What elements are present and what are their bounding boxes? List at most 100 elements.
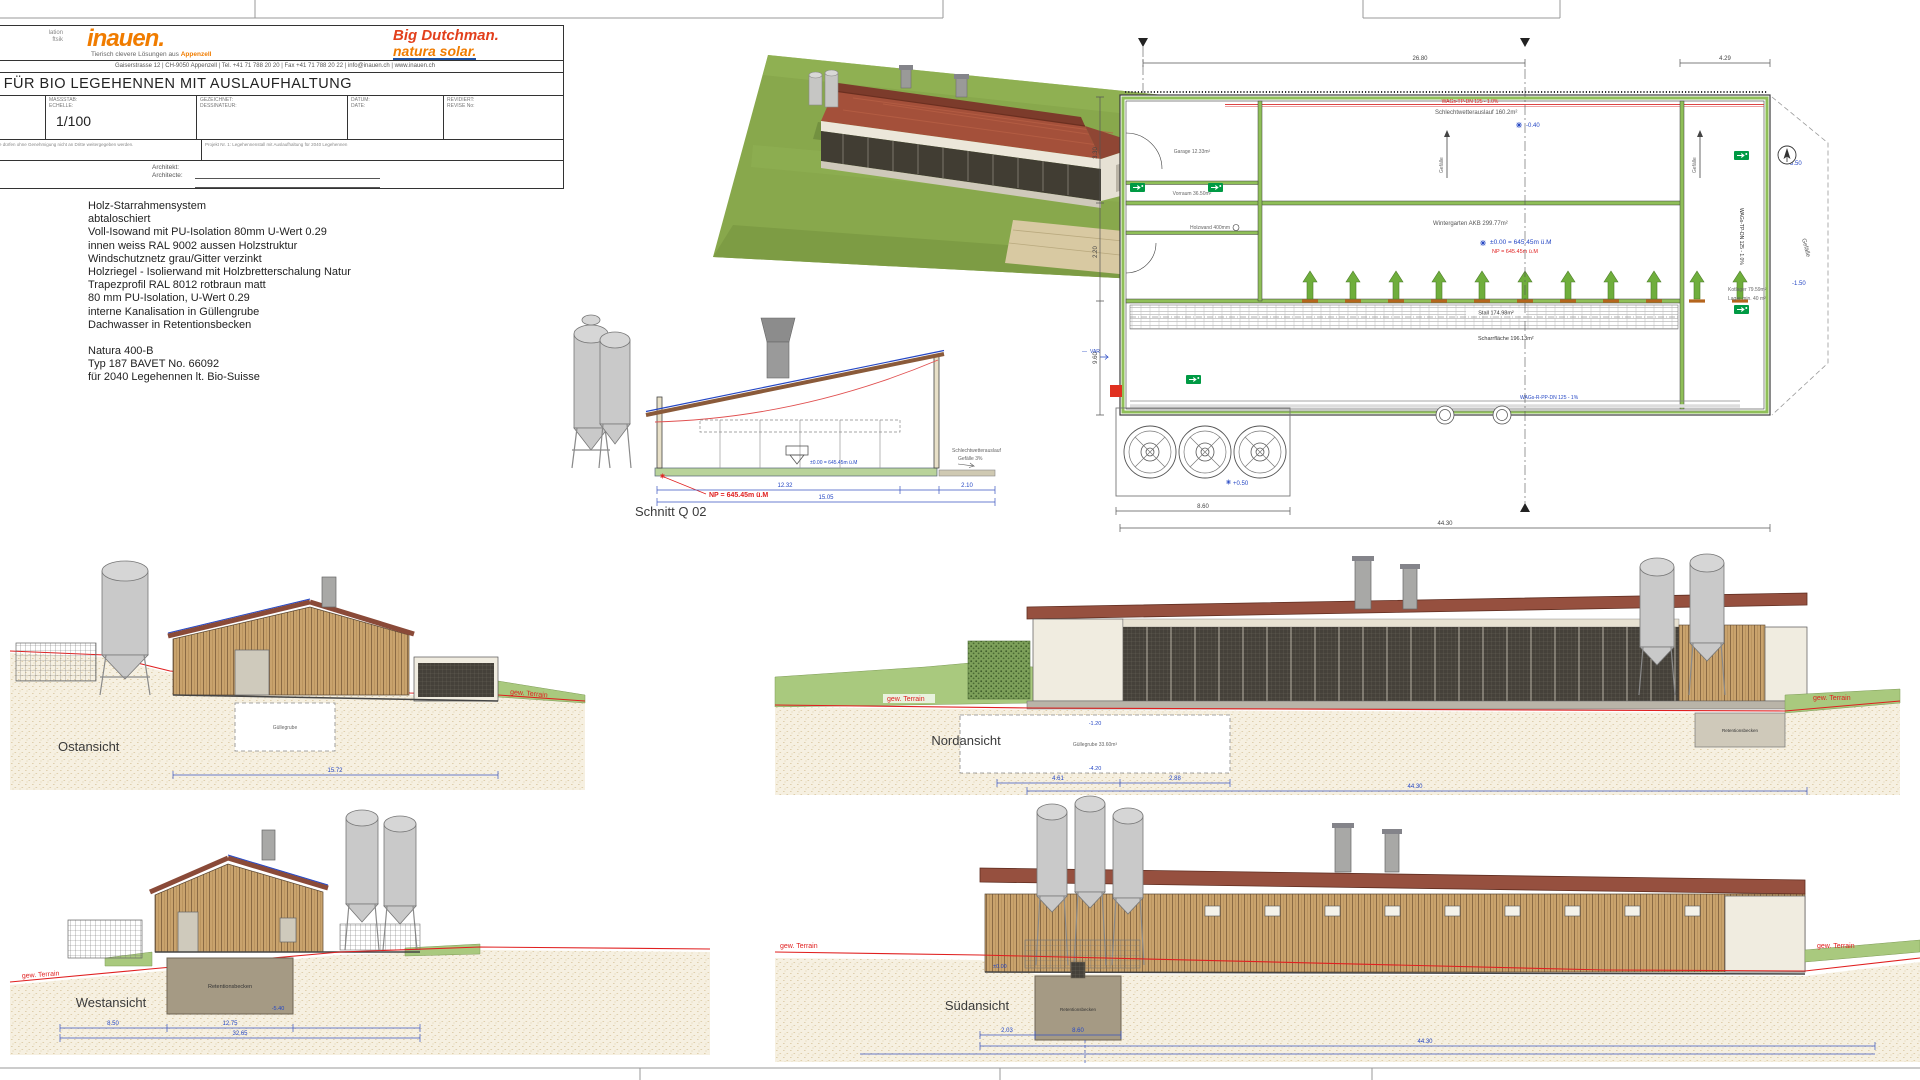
floor-slab [655,468,937,476]
sheet-title: E FÜR BIO LEGEHENNEN MIT AUSLAUFHALTUNG [0,73,563,96]
terrain-label: gew. Terrain [22,970,60,980]
floor-plan: -3.50 -1.50 Gefälle WAGs-TP-DN 125 - 1.0… [1082,38,1828,532]
svg-text:-1.20: -1.20 [1089,721,1102,727]
plan-pipe-red-vertical: WAGs-TP-DN 125 - 1.0% [1738,208,1744,265]
mesh-pen [16,643,96,681]
underground-label: Güllegrube [273,725,298,731]
svg-text:44.30: 44.30 [1437,521,1453,527]
plan-label-wintergarten: Wintergarten AKB 299.77m² [1433,221,1508,227]
scale-value: 1/100 [46,109,196,129]
svg-text:-5.40: -5.40 [272,1006,285,1012]
red-marker [1110,385,1122,397]
plan-gefaelle-ramp: Gefälle [1800,238,1811,259]
outdoor-apron [939,470,995,476]
elevation-east: gew. Terrain Güllegrube 15.72 Ostansicht [10,561,585,790]
pv-line [646,351,944,412]
north-arrow-icon [1778,146,1796,164]
airflow-line [655,360,938,422]
gable-building [168,577,498,701]
window-row [1205,906,1700,916]
interior-wall-rooms [1258,101,1262,301]
svg-text:Güllegrube 33.60m³: Güllegrube 33.60m³ [1073,742,1118,748]
gable-door [235,650,269,695]
building-outline [1120,95,1770,415]
terrain-label-right: gew. Terrain [1813,695,1851,702]
inauen-logo: inauen. Tierisch clevere Lösungen aus Ap… [67,26,393,58]
partner-logos: Big Dutchman. natura solar. [393,26,563,61]
svg-text:-0.40: -0.40 [1526,123,1540,129]
interior-wall-east [1680,101,1684,409]
section-dimensions: 12.32 2.10 15.05 [657,483,995,506]
svg-text:12.32: 12.32 [777,483,793,489]
interior-wall [1126,201,1682,205]
section-level-blue: ±0.00 = 645.45m ü.M [810,460,857,466]
plan-label-lager: Lager min. 40 m² [1728,296,1766,302]
spec-line: Dachwasser in Retentionsbecken [88,319,351,332]
door [178,912,198,952]
exit-sign-icon [1130,183,1145,192]
plinth [1027,701,1807,709]
svg-text:4.61: 4.61 [1052,776,1064,782]
spec-line: Trapezprofil RAL 8012 rotbraun matt [88,279,351,292]
mesh-wall [1123,627,1679,701]
manhole [1436,406,1454,424]
chimney [901,68,911,88]
retention-basin: Retentionsbecken -5.40 [167,958,293,1014]
field-revision: REVIDIERT:REVISE No: [444,96,563,139]
window [280,918,296,942]
svg-text:-4.20: -4.20 [1089,766,1102,772]
exit-sign-icon [1186,375,1201,384]
section-title: Schnitt Q 02 [635,504,707,519]
svg-text:2.10: 2.10 [961,483,973,489]
svg-text:gew. Terrain: gew. Terrain [887,696,925,703]
spec-line: abtaloschiert [88,213,351,226]
product-line: für 2040 Legehennen lt. Bio-Suisse [88,371,351,384]
spec-line: Holzriegel - Isolierwand mit Holzbretter… [88,266,351,279]
natura-solar-logo: natura solar. [393,44,476,60]
exhaust-fans: +0.50 [1116,408,1290,496]
company-address: Gaiserstrasse 12 | CH-9050 Appenzell | T… [0,61,563,73]
fan-icon [1234,426,1286,478]
left-wall [657,397,662,468]
svg-text:44.30: 44.30 [1407,784,1423,790]
exit-sign-icon [1734,305,1749,314]
hedge [968,641,1030,699]
svg-text:Retentionsbecken: Retentionsbecken [1060,1007,1097,1012]
chimney [956,77,967,97]
elevation-south-title: Südansicht [945,998,1010,1013]
svg-text:15.72: 15.72 [327,768,343,774]
terrain-label: gew. Terrain [780,943,818,950]
manhole [1493,406,1511,424]
note-right: Projekt Nr. 1: Legehennenstall mit Ausla… [202,140,563,160]
section-level-red: NP = 645.45m ü.M [660,474,768,500]
field-drawn-by: GEZEICHNET:DESSINATEUR: [197,96,348,139]
spec-line: innen weiss RAL 9002 aussen Holzstruktur [88,240,351,253]
corner-text-fragments: lation ftsik [0,26,67,44]
field-empty [0,96,46,139]
elevation-north: gew. Terrain gew. Terrain Retentionsbeck… [775,554,1900,795]
level-zero: ±0.00 [993,964,1007,970]
logo-row: lation ftsik inauen. Tierisch clevere Lö… [0,26,563,61]
section-note1: Schlechtwetterauslauf [952,448,1002,454]
inauen-wordmark: inauen. [87,27,393,51]
terrain-label-right: gew. Terrain [1817,943,1855,950]
chimney [1385,832,1399,872]
exit-sign-icon [1208,183,1223,192]
roof-section [646,354,944,415]
spec-line: Windschutznetz grau/Gitter verzinkt [88,253,351,266]
chimney [1335,826,1351,872]
feed-silo [572,315,631,468]
svg-text:—: — [1082,349,1087,355]
mesh-wall [418,663,494,697]
svg-text:8.60: 8.60 [1072,1028,1084,1034]
elevation-south: gew. Terrain gew. Terrain ±0.00 Retentio… [775,796,1920,1064]
note-left: Pläne dürfen ohne Genehmigung nicht an D… [0,140,202,160]
svg-text:3.30: 3.30 [1093,147,1099,159]
svg-text:44.30: 44.30 [1417,1039,1433,1045]
elevation-north-title: Nordansicht [931,733,1001,748]
spec-line: interne Kanalisation in Güllengrube [88,306,351,319]
chimney [1355,559,1371,609]
svg-text:8.60: 8.60 [1197,504,1209,510]
fan-icon [1179,426,1231,478]
inauen-tagline: Tierisch clevere Lösungen aus Appenzell [91,51,393,58]
